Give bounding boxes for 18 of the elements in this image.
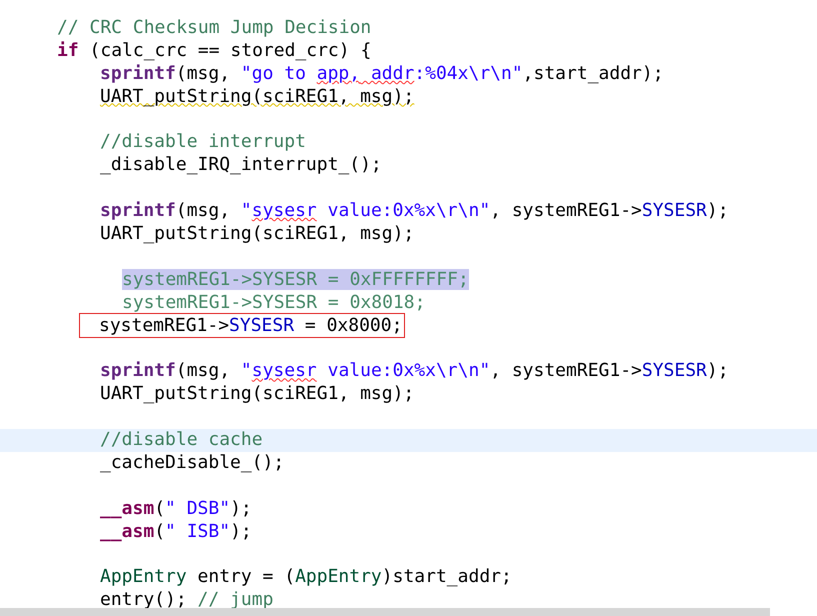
code-line: __asm(" DSB"); (100, 498, 252, 519)
code-line: UART_putString(sciREG1, msg); (100, 383, 414, 404)
code-line: // CRC Checksum Jump Decision (57, 17, 372, 38)
horizontal-scrollbar[interactable] (0, 608, 770, 616)
code-line: __asm(" ISB"); (100, 520, 252, 542)
code-line: _cacheDisable_(); (100, 452, 284, 473)
code-line: entry(); // jump (100, 589, 274, 610)
code-line: //disable cache (100, 429, 263, 450)
code-line: //disable interrupt (100, 131, 306, 152)
code-line: UART_putString(sciREG1, msg); (100, 86, 414, 107)
code-line: sprintf(msg, "sysesr value:0x%x\r\n", systemREG1->SYSESR); (100, 360, 729, 382)
code-line: sprintf(msg, "sysesr value:0x%x\r\n", systemREG1->SYSESR); (100, 200, 729, 222)
code-line: UART_putString(sciREG1, msg); (100, 223, 414, 244)
code-line: _disable_IRQ_interrupt_(); (100, 154, 382, 176)
code-line: AppEntry entry = (AppEntry)start_addr; (100, 566, 512, 588)
code-line: sprintf(msg, "go to app, addr:%04x\r\n",start_addr); (100, 62, 664, 84)
code-line: if (calc_crc == stored_crc) { (57, 40, 372, 61)
code-line: systemREG1->SYSESR = 0x8018; (122, 292, 426, 313)
